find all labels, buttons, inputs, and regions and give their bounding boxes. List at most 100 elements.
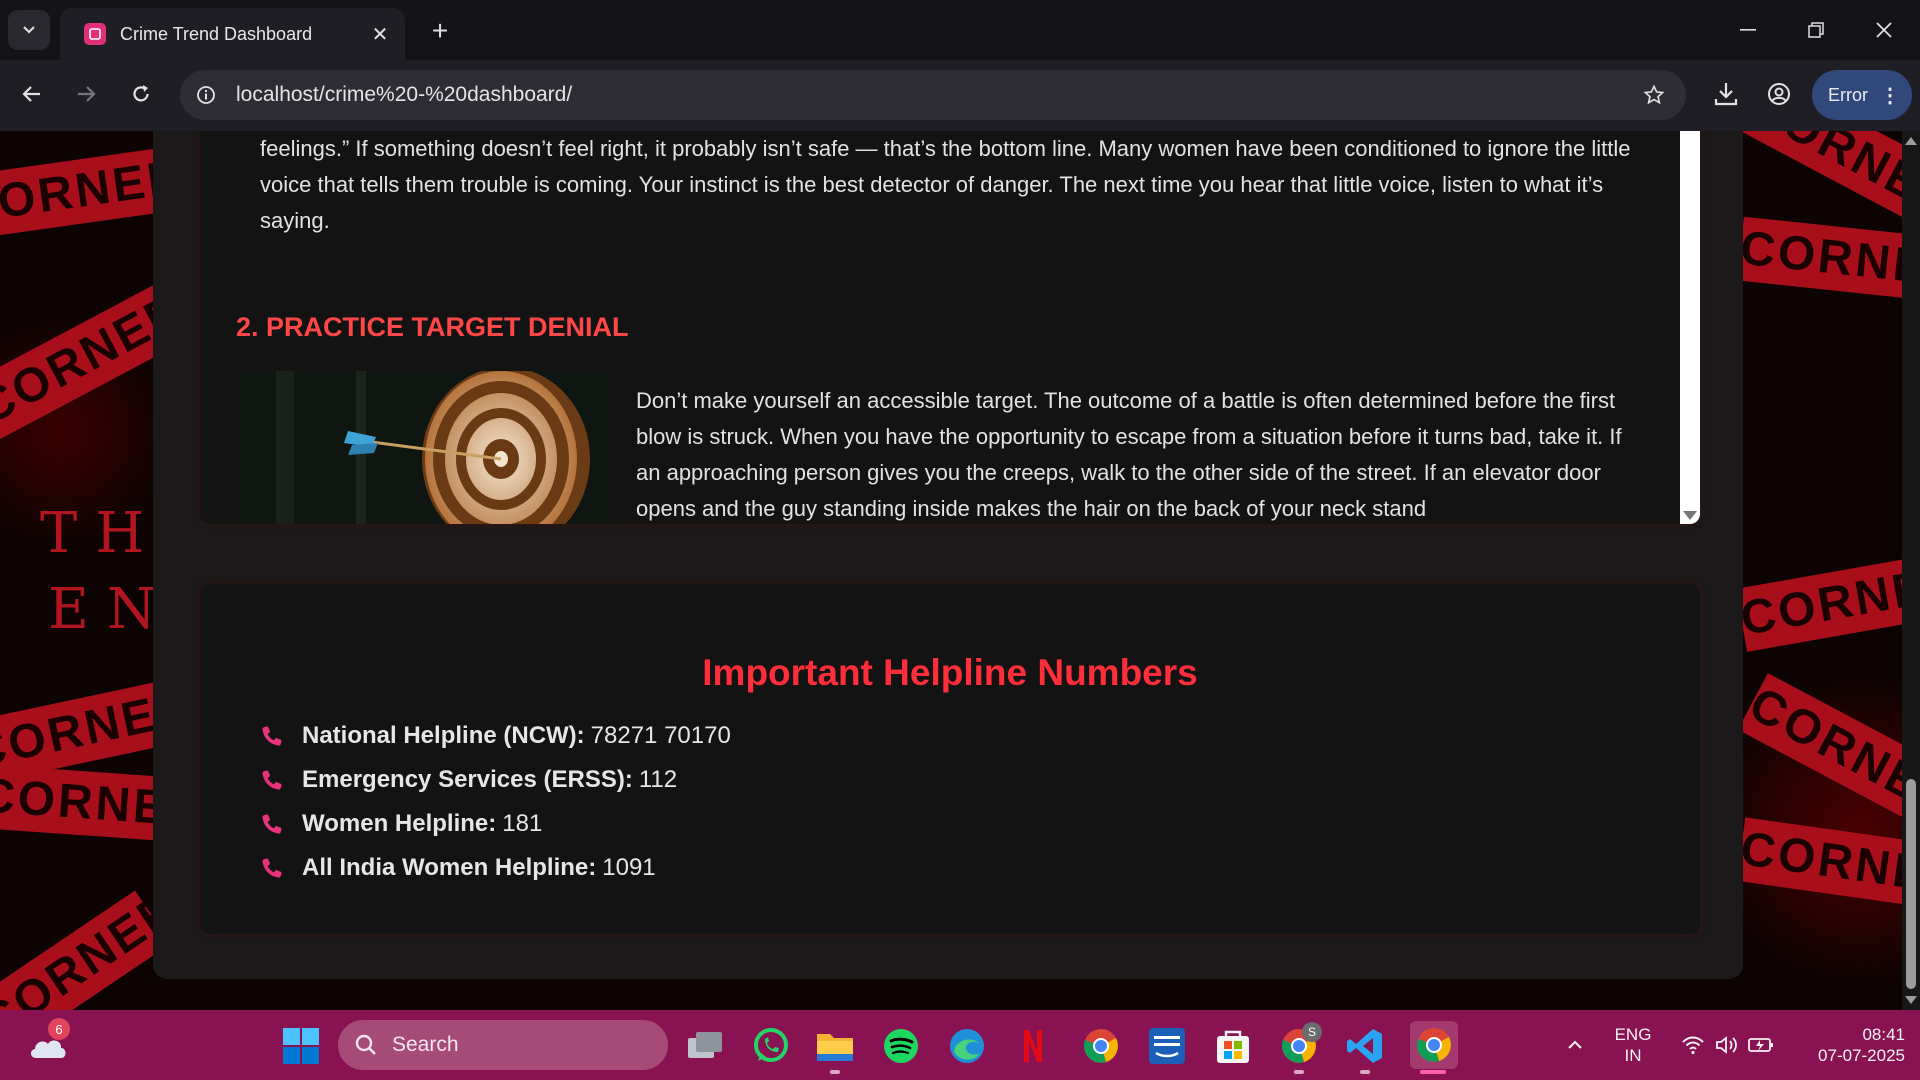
crime-tape-decoration: CORNER — [1737, 216, 1902, 302]
helpline-label: Emergency Services (ERSS): — [302, 766, 633, 793]
crime-tape-decoration: CORNER — [1736, 817, 1902, 909]
close-tab-icon[interactable]: ✕ — [367, 22, 393, 47]
site-info-icon[interactable] — [188, 77, 224, 113]
phone-icon — [260, 721, 294, 751]
helpline-item: All India Women Helpline: 1091 — [260, 846, 731, 890]
edge-icon — [950, 1029, 984, 1063]
search-icon — [355, 1034, 376, 1055]
file-explorer-app[interactable] — [814, 1025, 856, 1067]
helpline-item: Emergency Services (ERSS): 112 — [260, 758, 731, 802]
volume-status[interactable] — [1710, 1010, 1744, 1080]
reload-icon — [133, 85, 149, 102]
helpline-number: 181 — [502, 810, 543, 837]
url-text[interactable]: localhost/crime%20-%20dashboard/ — [236, 83, 1634, 107]
profile-button[interactable] — [1759, 74, 1799, 114]
arrow-left-icon — [22, 86, 40, 102]
scroll-up-icon[interactable] — [1680, 131, 1700, 151]
microsoft-store-app[interactable] — [1212, 1025, 1254, 1067]
downloads-button[interactable] — [1706, 74, 1746, 114]
scrollbar-thumb[interactable] — [1906, 779, 1916, 989]
chevron-up-icon — [1568, 1040, 1582, 1049]
error-menu-button[interactable]: Error ⋮ — [1812, 70, 1912, 120]
helpline-number: 1091 — [602, 854, 656, 881]
phone-icon — [260, 809, 294, 839]
minimize-icon — [1740, 29, 1756, 31]
active-tab[interactable]: Crime Trend Dashboard ✕ — [60, 8, 405, 60]
account-icon — [1768, 83, 1790, 105]
safety-tips-card[interactable]: feelings.” If something doesn’t feel rig… — [200, 131, 1700, 524]
helpline-list: National Helpline (NCW): 78271 70170 Eme… — [260, 714, 731, 890]
minimize-button[interactable] — [1714, 0, 1782, 60]
taskbar: 6 Search S ENG IN 08:41 07-07-2025 — [0, 1010, 1920, 1080]
task-view-button[interactable] — [684, 1025, 726, 1067]
card-scrollbar[interactable] — [1680, 131, 1700, 524]
vscode-icon — [1347, 1029, 1382, 1063]
chrome-app[interactable] — [1080, 1025, 1122, 1067]
vscode-app[interactable] — [1344, 1025, 1386, 1067]
phone-icon — [260, 765, 294, 795]
crime-tape-decoration: CORNER — [0, 890, 171, 1010]
tip-paragraph: feelings.” If something doesn’t feel rig… — [260, 136, 1631, 233]
error-label: Error — [1828, 84, 1868, 105]
prime-video-app[interactable] — [1146, 1025, 1188, 1067]
restore-button[interactable] — [1782, 0, 1850, 60]
bookmark-star-icon[interactable] — [1634, 75, 1674, 115]
download-icon — [1714, 83, 1738, 106]
running-indicator — [830, 1070, 840, 1074]
wifi-status[interactable] — [1676, 1010, 1710, 1080]
helpline-label: Women Helpline: — [302, 810, 497, 837]
close-icon — [1876, 22, 1892, 38]
tip-heading: 2. PRACTICE TARGET DENIAL — [236, 312, 629, 342]
new-tab-button[interactable]: + — [423, 14, 457, 48]
helpline-label: All India Women Helpline: — [302, 854, 597, 881]
region-code: IN — [1624, 1046, 1642, 1065]
spotify-app[interactable] — [880, 1025, 922, 1067]
reload-button[interactable] — [121, 74, 161, 114]
tab-strip: Crime Trend Dashboard ✕ + — [0, 0, 1920, 60]
clock[interactable]: 08:41 07-07-2025 — [1785, 1024, 1905, 1066]
favicon-icon — [84, 23, 106, 45]
crime-tape-decoration: CORNER — [1735, 554, 1902, 652]
whatsapp-app[interactable] — [750, 1025, 792, 1067]
language-indicator[interactable]: ENG IN — [1600, 1024, 1666, 1066]
battery-status[interactable] — [1744, 1010, 1778, 1080]
windows-logo-icon — [283, 1028, 319, 1064]
show-hidden-icons-button[interactable] — [1560, 1010, 1590, 1080]
scroll-up-arrow-icon[interactable] — [1905, 137, 1917, 145]
running-indicator — [1360, 1070, 1370, 1074]
edge-app[interactable] — [946, 1025, 988, 1067]
tab-title: Crime Trend Dashboard — [120, 23, 313, 44]
back-button[interactable] — [12, 74, 52, 114]
chrome-icon — [1416, 1028, 1451, 1062]
netflix-icon — [1024, 1030, 1042, 1062]
notification-badge: 6 — [48, 1018, 70, 1040]
search-placeholder: Search — [392, 1033, 459, 1056]
netflix-app[interactable] — [1012, 1025, 1054, 1067]
helpline-number: 112 — [638, 766, 678, 793]
scroll-down-icon[interactable] — [1683, 511, 1697, 520]
clock-time: 08:41 — [1862, 1025, 1905, 1044]
active-indicator — [1420, 1070, 1446, 1074]
helpline-label: National Helpline (NCW): — [302, 722, 585, 749]
browser-chrome: Crime Trend Dashboard ✕ + localhost/crim… — [0, 0, 1920, 131]
clock-date: 07-07-2025 — [1818, 1046, 1905, 1065]
crime-tape-decoration: CORNER — [1737, 131, 1902, 233]
forward-button[interactable] — [66, 74, 106, 114]
helpline-item: Women Helpline: 181 — [260, 802, 731, 846]
arrow-right-icon — [78, 86, 96, 102]
tab-search-button[interactable] — [8, 10, 50, 50]
chrome-active-app[interactable] — [1410, 1021, 1458, 1069]
phone-icon — [260, 853, 294, 883]
scroll-down-arrow-icon[interactable] — [1905, 996, 1917, 1004]
crime-tape-decoration: CORNER — [1737, 673, 1902, 833]
address-bar[interactable]: localhost/crime%20-%20dashboard/ — [180, 70, 1686, 120]
spotify-icon — [884, 1029, 918, 1063]
start-button[interactable] — [282, 1027, 320, 1065]
close-window-button[interactable] — [1850, 0, 1918, 60]
taskbar-search[interactable]: Search — [338, 1020, 668, 1070]
restore-icon — [1808, 22, 1824, 38]
volume-icon — [1716, 1036, 1737, 1054]
dartboard-image — [236, 371, 612, 524]
more-vert-icon: ⋮ — [1880, 84, 1900, 107]
page-scrollbar[interactable] — [1902, 131, 1920, 1010]
